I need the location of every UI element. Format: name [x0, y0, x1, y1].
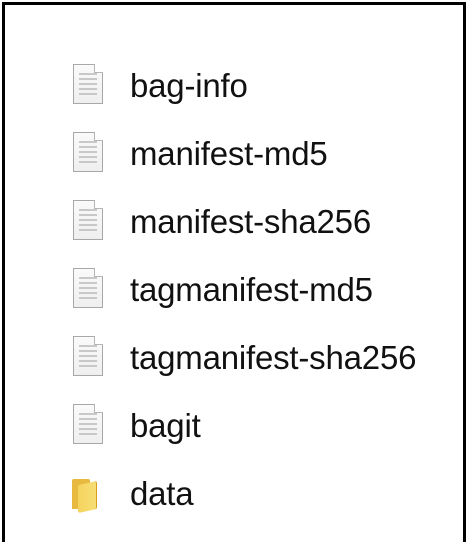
- folder-item-data[interactable]: data: [71, 459, 416, 527]
- file-item-bagit[interactable]: bagit: [71, 391, 416, 459]
- file-explorer-window: bag-info manifest-md5 manifest-sha256 ta…: [2, 2, 466, 542]
- file-label: manifest-md5: [130, 134, 328, 172]
- file-item-manifest-md5[interactable]: manifest-md5: [71, 119, 416, 187]
- document-icon: [71, 403, 105, 447]
- document-icon: [71, 63, 105, 107]
- document-icon: [71, 131, 105, 175]
- folder-icon: [71, 471, 105, 515]
- file-label: manifest-sha256: [130, 202, 371, 240]
- file-label: tagmanifest-md5: [130, 270, 373, 308]
- file-list: bag-info manifest-md5 manifest-sha256 ta…: [71, 51, 416, 527]
- document-icon: [71, 335, 105, 379]
- file-label: bag-info: [130, 66, 248, 104]
- file-item-manifest-sha256[interactable]: manifest-sha256: [71, 187, 416, 255]
- file-item-tagmanifest-sha256[interactable]: tagmanifest-sha256: [71, 323, 416, 391]
- folder-label: data: [130, 474, 194, 512]
- file-item-bag-info[interactable]: bag-info: [71, 51, 416, 119]
- file-item-tagmanifest-md5[interactable]: tagmanifest-md5: [71, 255, 416, 323]
- file-label: bagit: [130, 406, 201, 444]
- document-icon: [71, 267, 105, 311]
- document-icon: [71, 199, 105, 243]
- file-label: tagmanifest-sha256: [130, 338, 417, 376]
